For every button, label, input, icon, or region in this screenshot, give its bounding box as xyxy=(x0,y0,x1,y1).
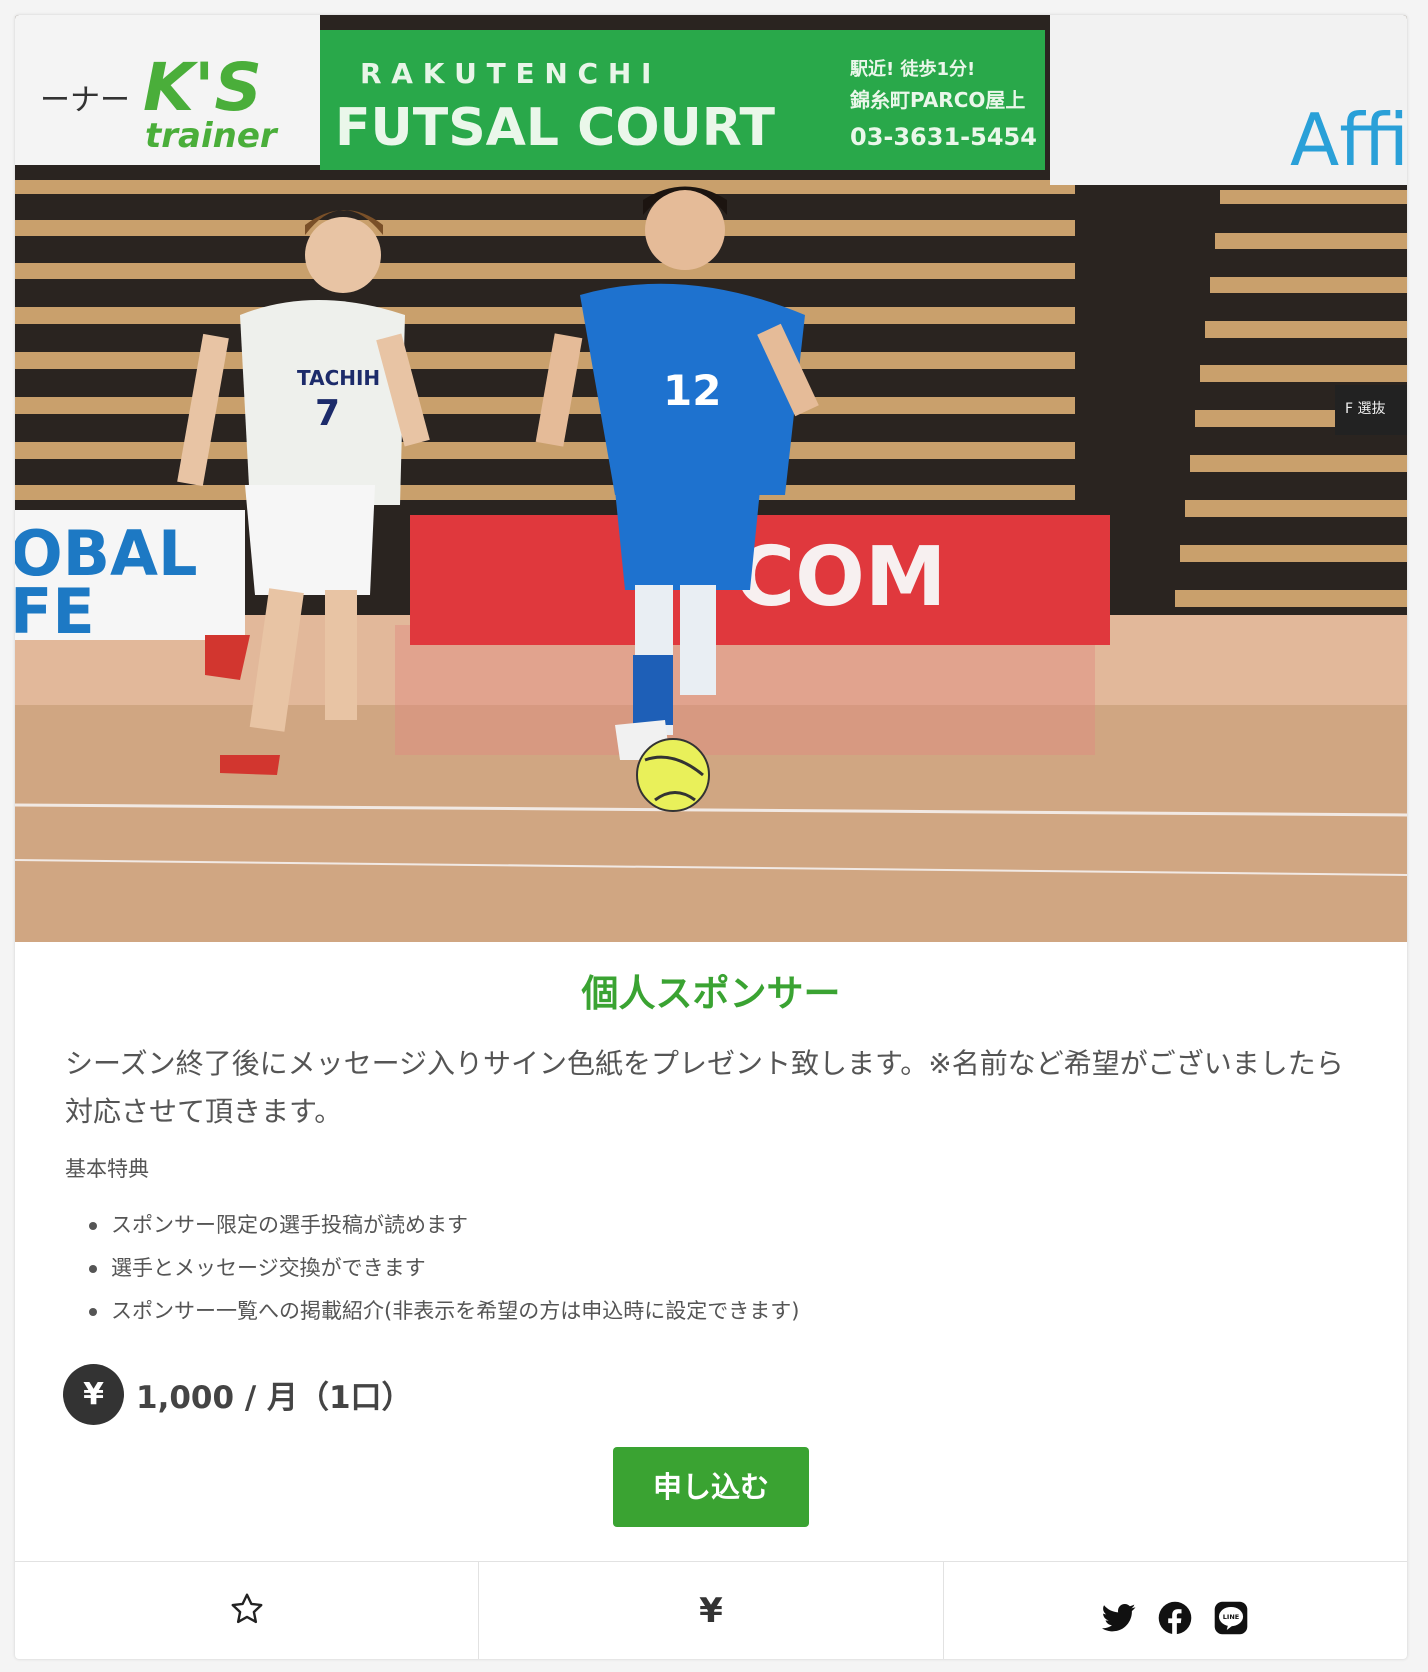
plan-description: シーズン終了後にメッセージ入りサイン色紙をプレゼント致します。※名前など希望がご… xyxy=(65,1047,1344,1128)
benefit-item: スポンサー一覧への掲載紹介(非表示を希望の方は申込時に設定できます) xyxy=(87,1290,1407,1333)
share-cell: LINE xyxy=(944,1562,1407,1659)
twitter-icon[interactable] xyxy=(1102,1603,1136,1637)
sponsor-yen-button[interactable]: ¥ xyxy=(479,1562,944,1659)
facebook-icon[interactable] xyxy=(1158,1601,1192,1639)
benefit-text: スポンサー一覧への掲載紹介(非表示を希望の方は申込時に設定できます) xyxy=(111,1299,800,1323)
plan-photo: ーナー K'S trainer R A K U T E N C H I FUTS… xyxy=(15,15,1407,942)
benefit-item: 選手とメッセージ交換ができます xyxy=(87,1247,1407,1290)
benefit-item: スポンサー限定の選手投稿が読めます xyxy=(87,1204,1407,1247)
benefits-label: 基本特典 xyxy=(65,1157,149,1181)
banner-center-top: R A K U T E N C H I xyxy=(360,57,651,90)
bullet-icon xyxy=(89,1222,97,1230)
plan-title: 個人スポンサー xyxy=(581,972,841,1015)
yen-icon: ¥ xyxy=(699,1590,723,1631)
benefit-text: スポンサー限定の選手投稿が読めます xyxy=(111,1213,468,1237)
banner-brand-sub: trainer xyxy=(145,116,279,156)
bullet-icon xyxy=(89,1265,97,1273)
favorite-button[interactable] xyxy=(15,1562,480,1659)
svg-text:LINE: LINE xyxy=(1223,1613,1239,1621)
price-row: ¥ 1,000 / 月（1口） xyxy=(63,1363,1407,1425)
benefits-list: スポンサー限定の選手投稿が読めます 選手とメッセージ交換ができます スポンサー一… xyxy=(87,1204,1407,1333)
banner-brand: K'S xyxy=(143,49,262,126)
player-blue-number: 12 xyxy=(663,366,721,415)
banner-center-phone: 03-3631-5454 xyxy=(850,123,1037,151)
board-left-2: FE xyxy=(15,575,95,648)
line-icon[interactable]: LINE xyxy=(1214,1601,1248,1639)
board-red-text: COM xyxy=(735,530,947,625)
banner-left-text: ーナー xyxy=(40,83,130,118)
benefit-text: 選手とメッセージ交換ができます xyxy=(111,1256,426,1280)
star-icon xyxy=(229,1591,265,1631)
player-white-number: 7 xyxy=(315,393,340,434)
banner-center-note2: 錦糸町PARCO屋上 xyxy=(850,88,1025,112)
banner-right-text: Affi xyxy=(1290,98,1407,182)
scoreboard-text: F 選抜 xyxy=(1345,401,1386,417)
bullet-icon xyxy=(89,1308,97,1316)
card-footer: ¥ LINE xyxy=(15,1561,1407,1659)
yen-circle-icon: ¥ xyxy=(63,1363,124,1425)
banner-center-main: FUTSAL COURT xyxy=(335,98,775,158)
price-text: 1,000 / 月（1口） xyxy=(136,1379,413,1416)
player-white-sponsor: TACHIH xyxy=(297,366,380,390)
plan-content: 個人スポンサー シーズン終了後にメッセージ入りサイン色紙をプレゼント致します。※… xyxy=(15,942,1407,1527)
banner-center-note1: 駅近! 徒歩1分! xyxy=(849,58,975,80)
sponsor-plan-card: ーナー K'S trainer R A K U T E N C H I FUTS… xyxy=(15,15,1407,1659)
apply-button[interactable]: 申し込む xyxy=(613,1447,809,1527)
